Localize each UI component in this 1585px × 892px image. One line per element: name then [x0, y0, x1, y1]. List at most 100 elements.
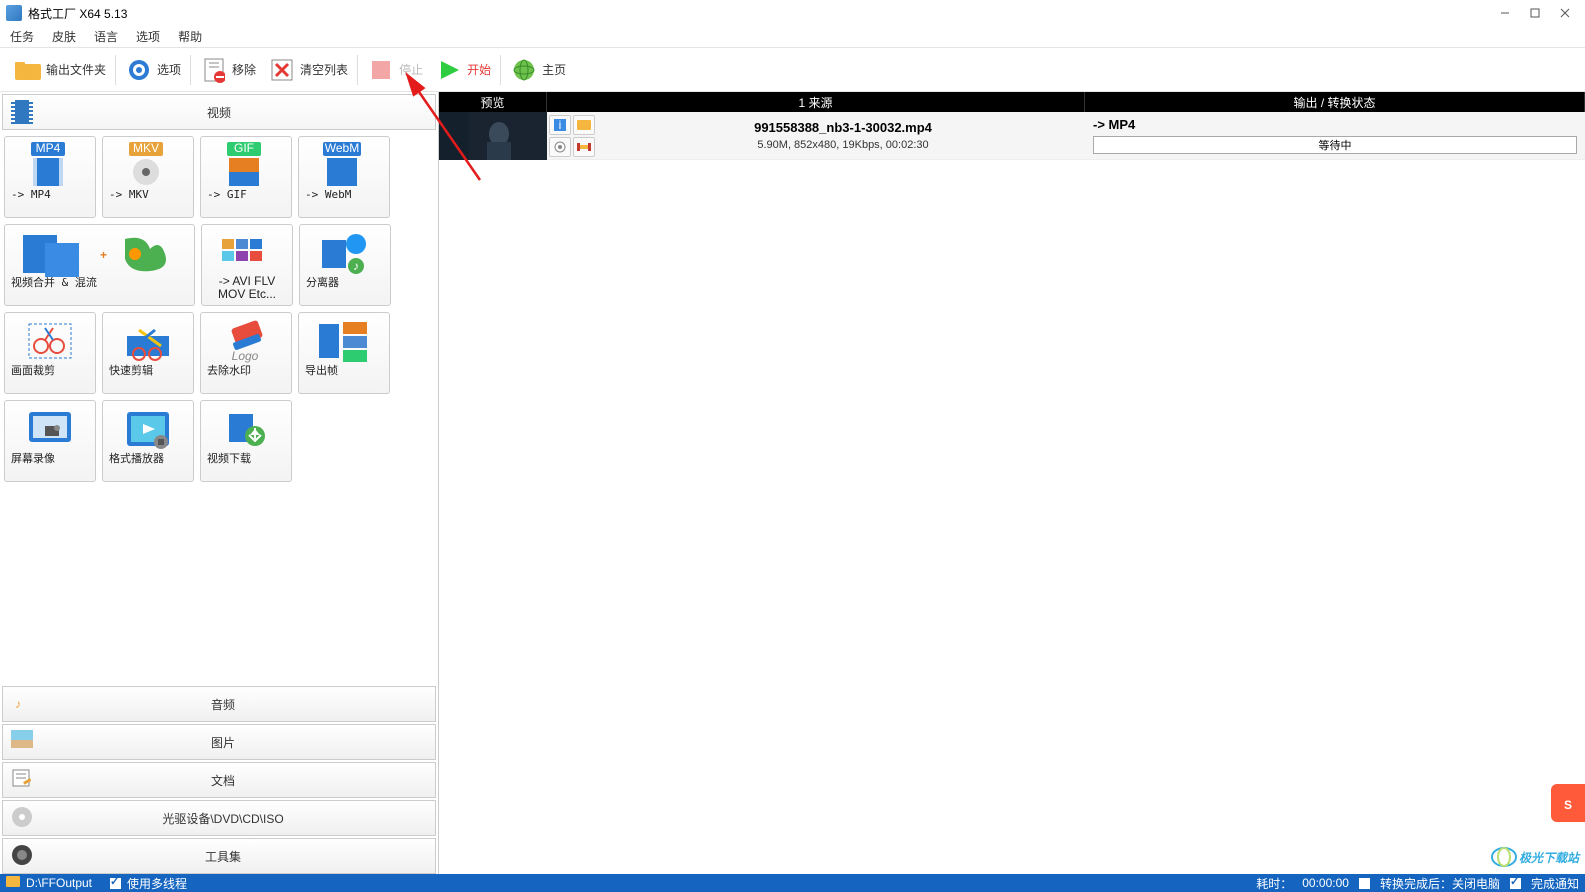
category-tab-tools[interactable]: 工具集 — [2, 838, 436, 874]
start-label: 开始 — [467, 61, 491, 78]
tile-mp4[interactable]: MP4 -> MP4 — [4, 136, 96, 218]
remove-label: 移除 — [232, 61, 256, 78]
tile-mkv[interactable]: MKV -> MKV — [102, 136, 194, 218]
svg-text:WebM: WebM — [325, 142, 359, 155]
menu-language[interactable]: 语言 — [94, 28, 118, 45]
crop-icon — [23, 317, 77, 365]
menu-tasks[interactable]: 任务 — [10, 28, 34, 45]
tile-gif-label: -> GIF — [203, 189, 289, 201]
task-panel: 预览 1 来源 输出 / 转换状态 i 991558388_nb3-1-3003… — [439, 92, 1585, 874]
shutdown-label: 转换完成后：关闭电脑 — [1380, 875, 1500, 892]
close-button[interactable] — [1551, 3, 1579, 23]
col-output: 输出 / 转换状态 — [1085, 92, 1585, 112]
tile-mkv-label: -> MKV — [105, 189, 191, 201]
notify-label: 完成通知 — [1531, 875, 1579, 892]
clear-list-icon — [268, 56, 296, 84]
tile-gif[interactable]: GIF -> GIF — [200, 136, 292, 218]
minimize-button[interactable] — [1491, 3, 1519, 23]
webm-icon: WebM — [317, 141, 371, 189]
tile-mp4-label: -> MP4 — [7, 189, 93, 201]
svg-text:i: i — [559, 119, 562, 131]
clear-list-button[interactable]: 清空列表 — [262, 52, 354, 88]
tile-avi-etc[interactable]: -> AVI FLVMOV Etc... — [201, 224, 293, 306]
elapsed-time: 00:00:00 — [1302, 876, 1349, 890]
notify-checkbox[interactable] — [1510, 878, 1521, 889]
app-icon — [6, 5, 22, 21]
task-format: -> MP4 — [1093, 117, 1577, 132]
task-thumbnail — [439, 112, 547, 160]
tile-crop[interactable]: 画面裁剪 — [4, 312, 96, 394]
tile-player[interactable]: 格式播放器 — [102, 400, 194, 482]
video-icon — [11, 100, 35, 124]
start-button[interactable]: 开始 — [429, 52, 497, 88]
menubar: 任务 皮肤 语言 选项 帮助 — [0, 26, 1585, 48]
menu-options[interactable]: 选项 — [136, 28, 160, 45]
category-tab-image-label: 图片 — [43, 734, 403, 751]
tile-video-download-label: 视频下载 — [203, 453, 289, 465]
category-tab-audio[interactable]: ♪ 音频 — [2, 686, 436, 722]
tile-watermark-label: 去除水印 — [203, 365, 289, 377]
menu-help[interactable]: 帮助 — [178, 28, 202, 45]
tile-export-frame-label: 导出帧 — [301, 365, 387, 377]
eraser-icon: Logo — [219, 317, 273, 365]
task-source: 991558388_nb3-1-30032.mp4 5.90M, 852x480… — [601, 120, 1085, 151]
gif-icon: GIF — [219, 141, 273, 189]
play-icon — [435, 56, 463, 84]
quickcut-icon — [121, 317, 175, 365]
task-row[interactable]: i 991558388_nb3-1-30032.mp4 5.90M, 852x4… — [439, 112, 1585, 160]
export-frame-icon — [317, 317, 371, 365]
watermark-text: 极光下载站 — [1519, 849, 1579, 866]
menu-skin[interactable]: 皮肤 — [52, 28, 76, 45]
mp4-icon: MP4 — [23, 141, 77, 189]
maximize-button[interactable] — [1521, 3, 1549, 23]
tile-splitter[interactable]: ♪ 分离器 — [299, 224, 391, 306]
stop-button[interactable]: 停止 — [361, 52, 429, 88]
output-path[interactable]: D:\FFOutput — [26, 876, 92, 890]
task-info-button[interactable]: i — [549, 115, 571, 135]
splitter-icon: ♪ — [318, 229, 372, 277]
task-settings-button[interactable] — [549, 137, 571, 157]
task-output: -> MP4 等待中 — [1085, 115, 1585, 156]
tile-screen-record[interactable]: 屏幕录像 — [4, 400, 96, 482]
tile-quickcut[interactable]: 快速剪辑 — [102, 312, 194, 394]
task-range-button[interactable] — [573, 137, 595, 157]
tile-video-merge[interactable]: + 视频合并 & 混流 — [4, 224, 195, 306]
statusbar: D:\FFOutput 使用多线程 耗时： 00:00:00 转换完成后：关闭电… — [0, 874, 1585, 892]
options-button[interactable]: 选项 — [119, 52, 187, 88]
multithread-checkbox[interactable] — [110, 878, 121, 889]
svg-text:Logo: Logo — [232, 349, 259, 363]
document-icon — [11, 768, 35, 792]
video-download-icon — [219, 405, 273, 453]
home-button[interactable]: 主页 — [504, 52, 572, 88]
task-folder-button[interactable] — [573, 115, 595, 135]
shutdown-checkbox[interactable] — [1359, 878, 1370, 889]
player-icon — [121, 405, 175, 453]
tile-merge-label: 视频合并 & 混流 — [7, 277, 192, 289]
category-tab-document[interactable]: 文档 — [2, 762, 436, 798]
merge-icon: + — [15, 229, 185, 277]
stop-label: 停止 — [399, 61, 423, 78]
tile-watermark[interactable]: Logo 去除水印 — [200, 312, 292, 394]
category-tab-document-label: 文档 — [43, 772, 403, 789]
task-actions: i — [547, 113, 601, 159]
image-icon — [11, 730, 35, 754]
tile-export-frame[interactable]: 导出帧 — [298, 312, 390, 394]
audio-icon: ♪ — [11, 692, 35, 716]
globe-icon — [510, 56, 538, 84]
avi-etc-icon — [220, 229, 274, 275]
category-tab-audio-label: 音频 — [43, 696, 403, 713]
clear-list-label: 清空列表 — [300, 61, 348, 78]
titlebar: 格式工厂 X64 5.13 — [0, 0, 1585, 26]
elapsed-label: 耗时： — [1256, 875, 1292, 892]
svg-text:+: + — [100, 248, 107, 262]
remove-button[interactable]: 移除 — [194, 52, 262, 88]
tile-webm[interactable]: WebM -> WebM — [298, 136, 390, 218]
tile-crop-label: 画面裁剪 — [7, 365, 93, 377]
tile-avi-l1: -> AVI FLV — [219, 274, 276, 288]
category-header-video[interactable]: 视频 — [2, 94, 436, 130]
output-folder-button[interactable]: 输出文件夹 — [8, 52, 112, 88]
tile-video-download[interactable]: 视频下载 — [200, 400, 292, 482]
svg-text:♪: ♪ — [15, 697, 21, 711]
category-tab-image[interactable]: 图片 — [2, 724, 436, 760]
category-tab-optical[interactable]: 光驱设备\DVD\CD\ISO — [2, 800, 436, 836]
